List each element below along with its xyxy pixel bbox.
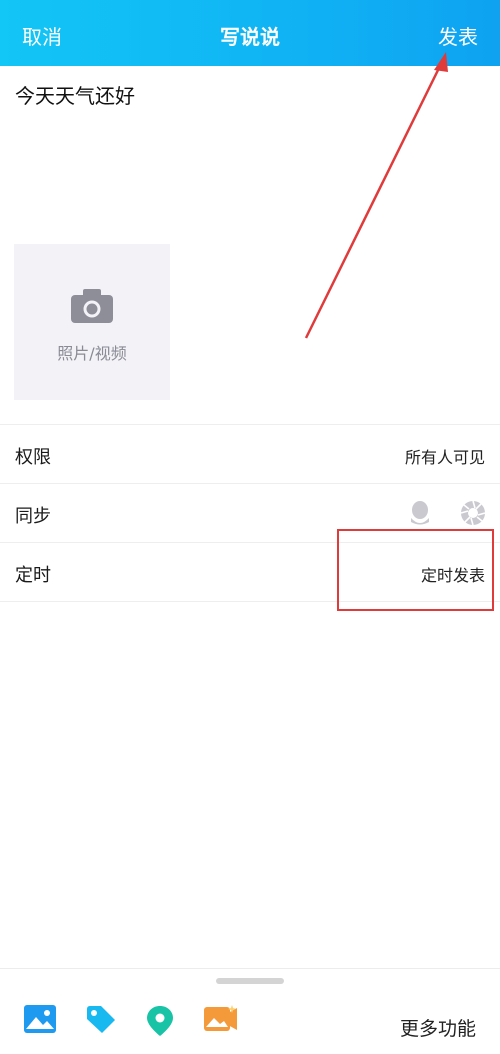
sync-icons [408, 500, 486, 526]
schedule-label: 定时 [15, 565, 51, 586]
qq-penguin-icon[interactable] [408, 501, 437, 525]
location-icon[interactable] [146, 1005, 174, 1041]
shutter-icon[interactable] [460, 500, 486, 526]
photo-video-label: 照片/视频 [57, 344, 127, 363]
drag-handle[interactable] [216, 978, 284, 984]
camera-icon [71, 289, 113, 327]
tag-icon[interactable] [85, 1005, 117, 1039]
settings-row-sync[interactable]: 同步 [0, 483, 500, 542]
settings-row-permission[interactable]: 权限 所有人可见 [0, 424, 500, 483]
sync-label: 同步 [15, 506, 51, 527]
post-content-input[interactable]: 今天天气还好 [15, 80, 135, 109]
bottom-toolbar: 更多功能 [0, 968, 500, 1054]
publish-button[interactable]: 发表 [438, 21, 478, 50]
top-bar: 取消 写说说 发表 [0, 0, 500, 66]
more-features-button[interactable]: 更多功能 [400, 1014, 476, 1041]
photo-video-icon[interactable] [204, 1005, 238, 1037]
add-photo-video-button[interactable]: 照片/视频 [14, 244, 170, 400]
schedule-value: 定时发表 [420, 566, 485, 585]
settings-row-schedule[interactable]: 定时 定时发表 [0, 542, 500, 602]
page-title: 写说说 [220, 25, 280, 49]
permission-value: 所有人可见 [404, 448, 485, 467]
image-icon[interactable] [24, 1005, 56, 1037]
permission-label: 权限 [15, 447, 51, 468]
